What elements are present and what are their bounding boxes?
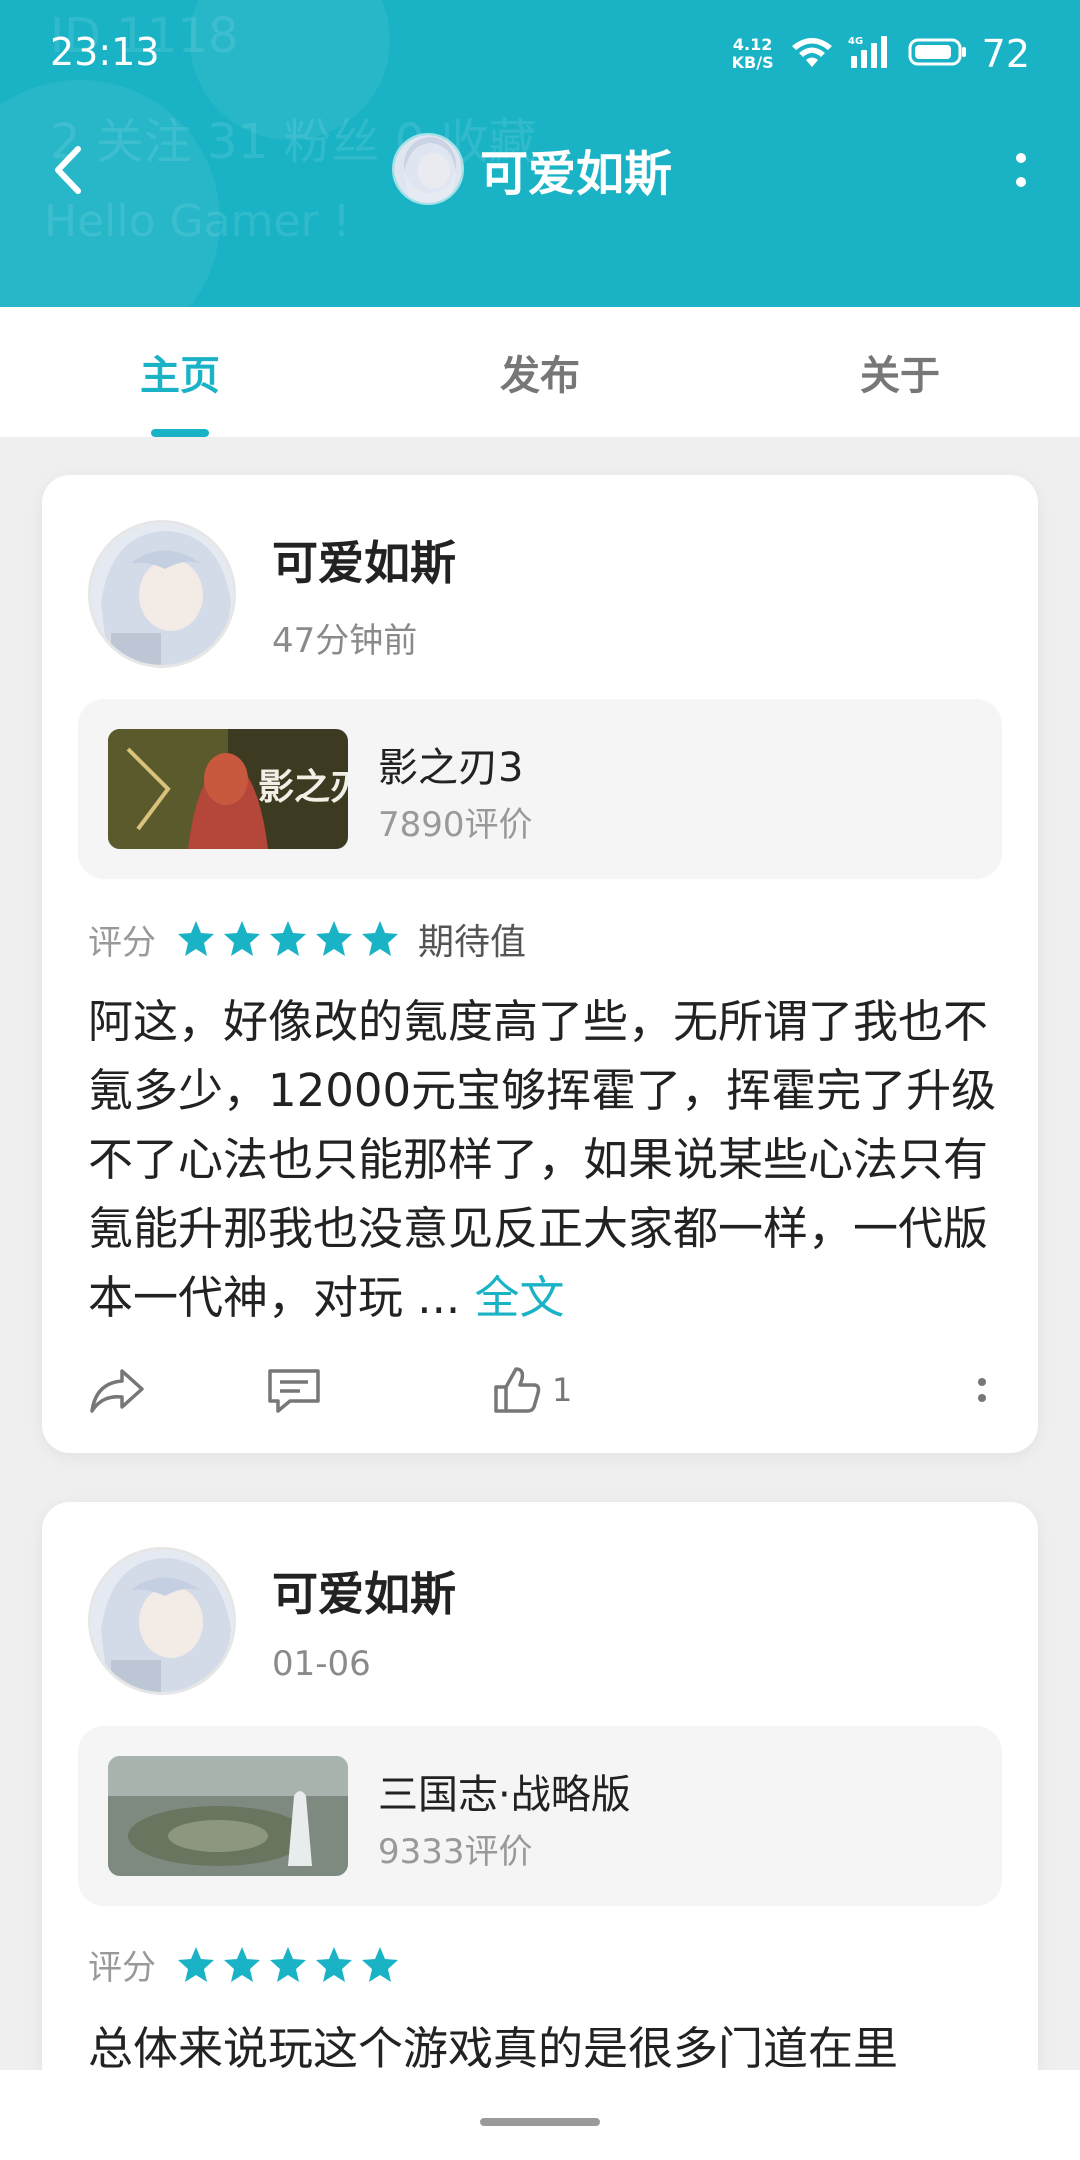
- game-title: 影之刃3: [378, 745, 524, 791]
- star-rating: [176, 919, 400, 959]
- tab-home[interactable]: 主页: [0, 307, 407, 437]
- page-title: 可爱如斯: [480, 146, 673, 202]
- game-link[interactable]: 影之刃 影之刃3 7890评价: [78, 699, 1002, 879]
- battery-icon: [908, 36, 968, 72]
- nav-title: 可爱如斯: [392, 130, 672, 208]
- post-author-row: 可爱如斯 01-06: [88, 1547, 456, 1695]
- rating-row: 评分 期待值: [88, 913, 526, 965]
- star-icon: [224, 921, 260, 956]
- star-icon: [316, 1946, 352, 1982]
- share-button[interactable]: [88, 1355, 146, 1425]
- star-icon: [224, 1946, 260, 1982]
- chevron-left-icon: [55, 146, 81, 194]
- share-icon: [90, 1369, 144, 1413]
- post-actions: 1: [88, 1355, 1008, 1425]
- battery-level: 72: [981, 32, 1030, 76]
- review-text[interactable]: 阿这，好像改的氪度高了些，无所谓了我也不氪多少，12000元宝够挥霍了，挥霍完了…: [88, 987, 998, 1332]
- star-icon: [362, 1946, 398, 1982]
- game-thumbnail: 影之刃: [108, 729, 348, 849]
- post-author-info: 可爱如斯 01-06: [272, 1558, 456, 1684]
- svg-text:4G: 4G: [848, 36, 863, 47]
- review-body: 总体来说玩这个游戏真的是很多门道在里: [88, 2022, 899, 2075]
- game-thumbnail: [108, 1756, 348, 1876]
- more-vertical-icon: [978, 1378, 986, 1402]
- system-nav-bar: [0, 2070, 1080, 2160]
- game-link[interactable]: 三国志·战略版 9333评价: [78, 1726, 1002, 1906]
- comment-button[interactable]: [266, 1355, 322, 1425]
- star-rating: [176, 1945, 400, 1985]
- rating-label: 评分: [88, 922, 156, 963]
- profile-tabs: 主页 发布 关于: [0, 307, 1080, 437]
- svg-text:影之刃: 影之刃: [258, 766, 348, 808]
- star-icon: [178, 1946, 214, 1982]
- star-icon: [270, 921, 306, 956]
- post-time: 01-06: [272, 1644, 371, 1684]
- like-count: 1: [552, 1371, 573, 1409]
- status-icons: 4.12 KB/S 4G 72: [730, 28, 1030, 80]
- post-more-button[interactable]: [976, 1355, 988, 1425]
- rating-tag: 期待值: [418, 922, 527, 963]
- wifi-icon: [790, 34, 834, 74]
- post-author-row: 可爱如斯 47分钟前: [88, 520, 456, 668]
- read-more-link[interactable]: 全文: [475, 1271, 565, 1324]
- post-author-name[interactable]: 可爱如斯: [272, 1558, 456, 1624]
- tab-about[interactable]: 关于: [673, 307, 1080, 437]
- comment-icon: [268, 1369, 320, 1413]
- home-indicator[interactable]: [480, 2118, 600, 2126]
- profile-header: ID 1118 2 关注 31 粉丝 0 收藏 Hello Gamer ! 23…: [0, 0, 1080, 307]
- status-time: 23:13: [50, 30, 160, 74]
- post-card[interactable]: 可爱如斯 01-06 三国志·战略版 9333评价 评分 总体来说玩这个游戏真的…: [42, 1502, 1038, 2160]
- star-icon: [362, 921, 398, 956]
- net-speed: 4.12 KB/S: [731, 35, 774, 72]
- rating-row: 评分: [88, 1940, 400, 1989]
- star-icon: [316, 921, 352, 956]
- post-author-info: 可爱如斯 47分钟前: [272, 527, 456, 662]
- post-time: 47分钟前: [272, 620, 418, 661]
- avatar[interactable]: [88, 1547, 236, 1695]
- game-review-count: 9333评价: [378, 1832, 533, 1872]
- thumbs-up-icon: [494, 1367, 541, 1413]
- avatar[interactable]: [88, 520, 236, 668]
- more-options-button[interactable]: [1006, 140, 1036, 200]
- post-author-name[interactable]: 可爱如斯: [272, 527, 456, 593]
- star-icon: [178, 921, 214, 956]
- avatar[interactable]: [392, 133, 464, 205]
- status-bar: 23:13 4.12 KB/S 4G 72: [0, 0, 1080, 108]
- game-title: 三国志·战略版: [378, 1772, 631, 1818]
- more-vertical-icon: [1016, 153, 1026, 187]
- star-icon: [270, 1946, 306, 1982]
- post-card[interactable]: 可爱如斯 47分钟前 影之刃 影之刃3 7890评价 评分 期待值: [42, 475, 1038, 1453]
- like-button[interactable]: 1: [492, 1355, 572, 1425]
- tab-posts[interactable]: 发布: [407, 307, 674, 437]
- game-review-count: 7890评价: [378, 805, 533, 845]
- back-button[interactable]: [44, 135, 92, 205]
- rating-label: 评分: [88, 1948, 156, 1988]
- signal-4g-icon: 4G: [848, 34, 894, 74]
